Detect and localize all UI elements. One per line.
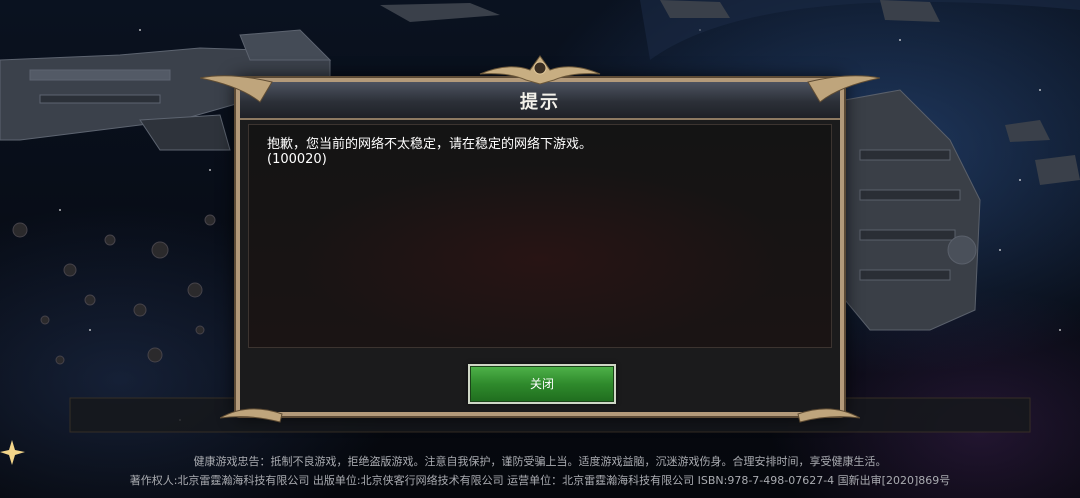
dialog-title: 提示: [520, 92, 560, 113]
dialog-message: 抱歉，您当前的网络不太稳定，请在稳定的网络下游戏。: [267, 137, 593, 152]
right-battleship: [844, 89, 981, 331]
asteroid-field: [12, 214, 216, 365]
wing-ornament-bottom-right-icon: [797, 408, 860, 423]
dialog-message-area: 抱歉，您当前的网络不太稳定，请在稳定的网络下游戏。 (100020): [248, 124, 832, 348]
wing-ornament-top-right-icon: [807, 75, 880, 103]
legal-footer: 健康游戏忠告：抵制不良游戏，拒绝盗版游戏。注意自我保护，谨防受骗上当。适度游戏益…: [0, 452, 1080, 490]
copyright-info: 著作权人:北京雷霆瀚海科技有限公司 出版单位:北京侠客行网络技术有限公司 运营单…: [129, 474, 951, 487]
game-scene: 提示 抱歉，您当前的网络不太稳定，请在稳定的网络下游戏。 (100020) 关闭…: [0, 0, 1080, 498]
wing-ornament-bottom-left-icon: [220, 408, 283, 423]
dialog-titlebar: 提示: [240, 82, 840, 120]
close-button[interactable]: 关闭: [468, 364, 616, 404]
health-notice: 健康游戏忠告：抵制不良游戏，拒绝盗版游戏。注意自我保护，谨防受骗上当。适度游戏益…: [193, 455, 887, 468]
eagle-crest-icon: [479, 55, 601, 85]
wing-ornament-top-left-icon: [200, 75, 273, 103]
error-code: (100020): [267, 152, 327, 167]
alert-dialog: 提示 抱歉，您当前的网络不太稳定，请在稳定的网络下游戏。 (100020) 关闭: [236, 78, 844, 416]
